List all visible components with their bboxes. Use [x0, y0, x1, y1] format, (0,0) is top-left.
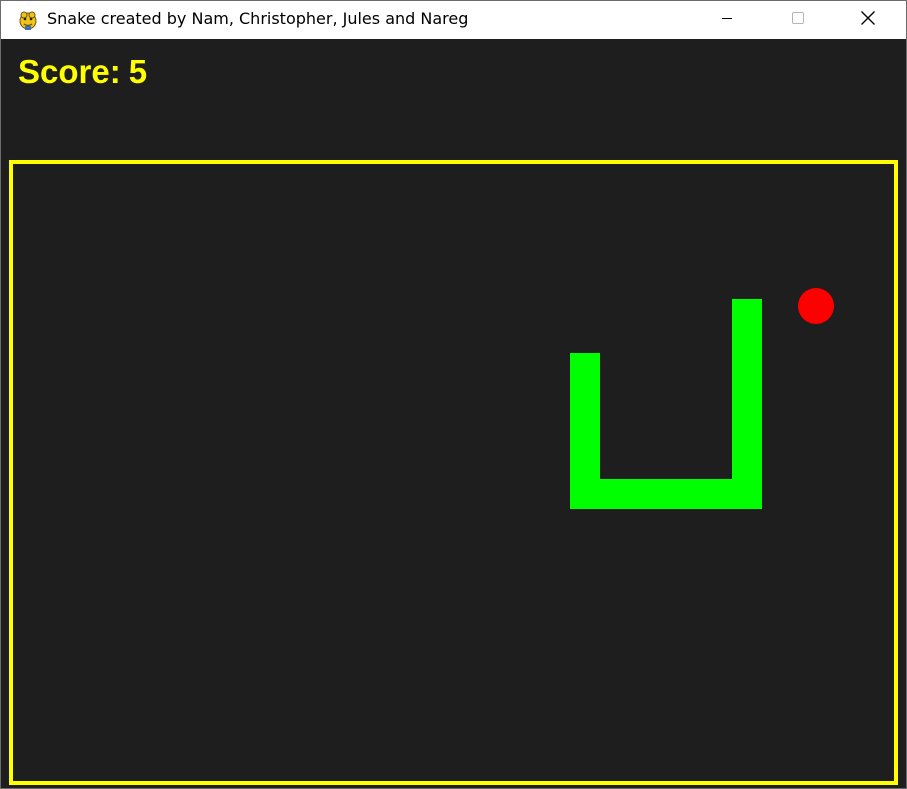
minimize-icon [722, 18, 732, 19]
game-surface[interactable]: Score: 5 [1, 39, 906, 788]
score-display: Score: 5 [18, 53, 147, 91]
score-value: 5 [128, 53, 148, 90]
window-title: Snake created by Nam, Christopher, Jules… [47, 9, 469, 28]
close-button[interactable] [836, 1, 900, 35]
game-board-border [9, 160, 898, 785]
score-label: Score: [18, 53, 121, 90]
close-icon [861, 11, 875, 25]
maximize-icon [792, 12, 804, 24]
game-window: Snake created by Nam, Christopher, Jules… [0, 0, 907, 789]
pygame-snake-icon [19, 11, 37, 30]
minimize-button[interactable] [695, 1, 759, 35]
maximize-button[interactable] [766, 1, 830, 35]
title-bar[interactable]: Snake created by Nam, Christopher, Jules… [1, 1, 906, 39]
